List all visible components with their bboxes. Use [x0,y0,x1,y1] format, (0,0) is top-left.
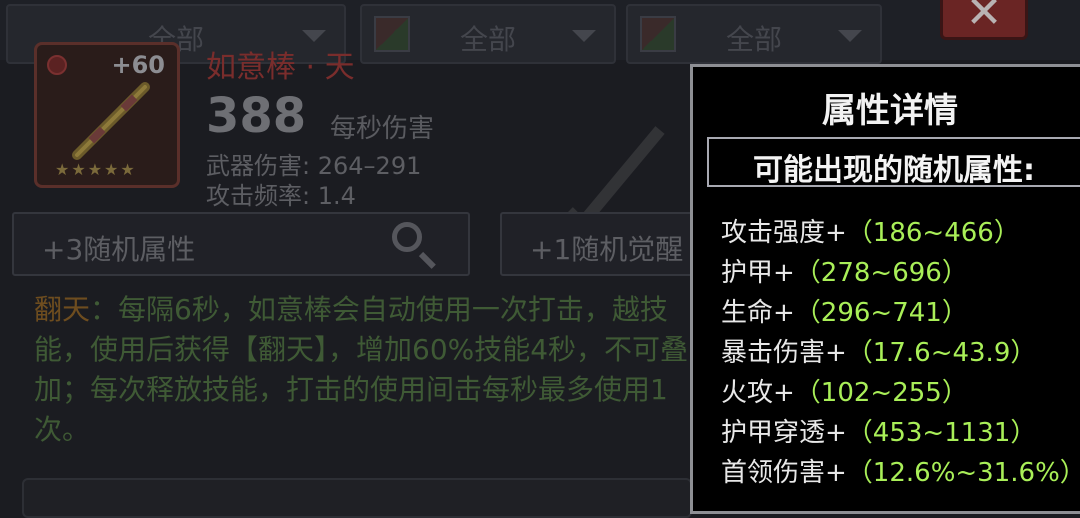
skill-description: 翻天：每隔6秒，如意棒会自动使用一次打击，越技能，使用后获得【翻天】，增加60%… [34,290,694,450]
attribute-row: 护甲穿透+（453~1131） [721,413,1080,453]
tooltip-subheading-box: 可能出现的随机属性: [707,137,1080,188]
awaken-attr-label: +1随机觉醒 [530,233,684,266]
attribute-row: 生命+（296~741） [721,293,1080,333]
attribute-name: 首领伤害+ [721,458,847,488]
attribute-range: （278~696） [794,258,968,288]
attribute-name: 生命+ [721,298,795,328]
attribute-range: （453~1131） [846,418,1037,448]
attack-rate-value: 1.4 [317,182,356,210]
attribute-name: 暴击伤害+ [721,338,847,368]
attribute-row: 火攻+（102~255） [721,373,1080,413]
attribute-range: （12.6%~31.6%） [846,458,1080,488]
attribute-row: 暴击伤害+（17.6~43.9） [721,333,1080,373]
attack-rate-label: 攻击频率: [206,182,311,210]
attribute-range: （296~741） [794,298,968,328]
random-attr-label: +3随机属性 [42,233,196,266]
attribute-row: 护甲+（278~696） [721,253,1080,293]
tooltip-subheading: 可能出现的随机属性: [753,153,1035,188]
attribute-range: （102~255） [794,378,968,408]
attribute-name: 火攻+ [721,378,795,408]
attribute-list: 攻击强度+（186~466） 护甲+（278~696） 生命+（296~741）… [721,213,1080,493]
filter-dropdown-2[interactable]: 全部 [360,4,616,64]
attribute-name: 护甲+ [721,258,795,288]
awaken-attr-button[interactable]: +1随机觉醒 [500,212,720,276]
skill-keyword: 翻天 [34,293,91,326]
item-icon-frame[interactable]: +60 ★★★★★ [34,42,180,188]
search-icon[interactable] [392,222,422,252]
close-button[interactable]: ✕ [940,0,1028,40]
attribute-row: 首领伤害+（12.6%~31.6%） [721,453,1080,493]
chevron-down-icon [572,30,596,42]
dps-value: 388 [206,88,307,144]
attribute-range: （186~466） [846,218,1020,248]
filter-dropdown-3[interactable]: 全部 [626,4,882,64]
close-icon: ✕ [965,0,1003,38]
attack-rate-row: 攻击频率: 1.4 [206,176,356,211]
attribute-name: 攻击强度+ [721,218,847,248]
skill-text: ：每隔6秒，如意棒会自动使用一次打击，越技能，使用后获得【翻天】，增加60%技能… [34,293,689,446]
bottom-list-row [22,478,692,518]
tooltip-title: 属性详情 [822,91,958,131]
attribute-details-tooltip: 属性详情 可能出现的随机属性: 攻击强度+（186~466） 护甲+（278~6… [690,64,1080,514]
attribute-name: 护甲穿透+ [721,418,847,448]
chevron-down-icon [838,30,862,42]
item-name: 如意棒 · 天 [206,50,355,85]
dps-label: 每秒伤害 [330,114,435,144]
star-rating: ★★★★★ [55,160,137,179]
attribute-range: （17.6~43.9） [846,338,1037,368]
chevron-down-icon [302,30,326,42]
attribute-row: 攻击强度+（186~466） [721,213,1080,253]
